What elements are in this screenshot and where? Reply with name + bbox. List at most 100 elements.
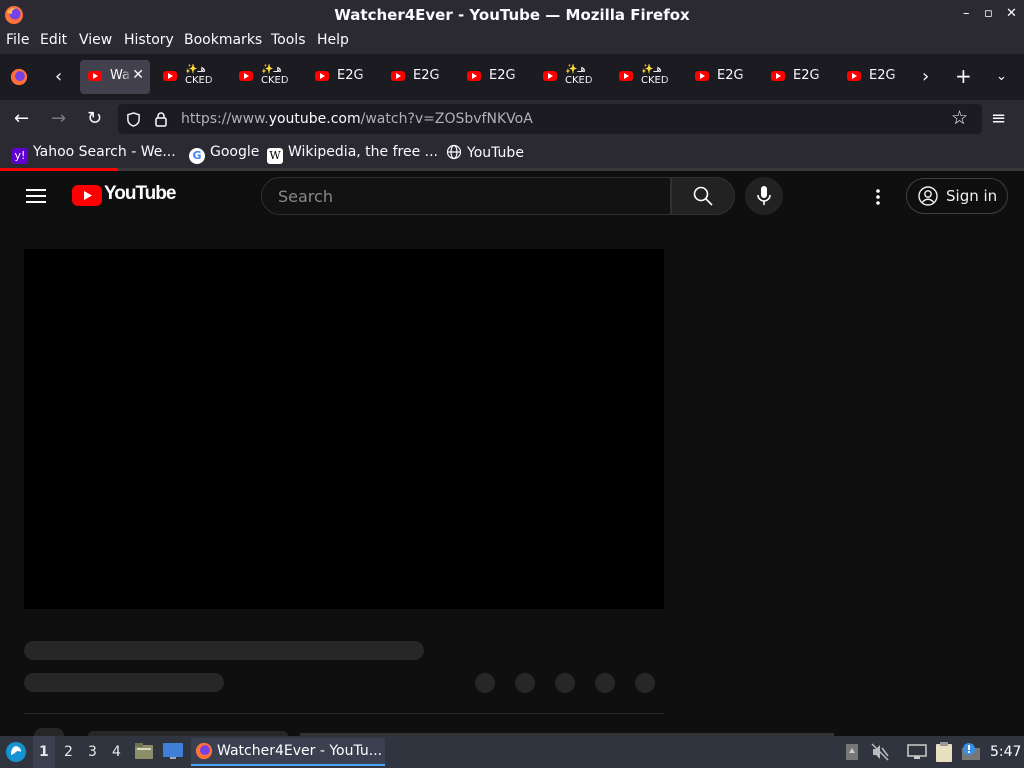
menu-tools[interactable]: Tools [271,32,306,48]
tab[interactable]: ✨هـ CKED [535,60,605,94]
bookmark-star-icon[interactable]: ☆ [951,107,968,129]
bookmark-youtube[interactable]: YouTube [446,144,524,161]
tab-scroll-right-icon[interactable]: › [922,66,929,87]
bookmark-yahoo[interactable]: y! Yahoo Search - We... [12,144,176,164]
menu-edit[interactable]: Edit [40,32,67,48]
tab[interactable]: ✨هـ CKED [611,60,681,94]
workspace-4[interactable]: 4 [112,744,121,760]
wikipedia-icon: W [267,148,283,164]
youtube-favicon-icon [163,71,177,81]
youtube-logo-text: YouTube [104,183,176,204]
tab[interactable]: E2G [459,60,529,94]
youtube-favicon-icon [391,71,405,81]
search-placeholder: Search [278,187,333,206]
account-icon [918,186,938,206]
firefox-icon [195,742,213,760]
menu-bookmarks[interactable]: Bookmarks [184,32,262,48]
tab-close-icon[interactable]: ✕ [132,67,144,83]
tab[interactable]: ✨هـ CKED [155,60,225,94]
bookmark-google[interactable]: G Google [189,144,259,164]
window-titlebar: Watcher4Ever - YouTube — Mozilla Firefox… [0,0,1024,30]
globe-icon [446,144,462,160]
clipboard-icon[interactable] [934,741,954,763]
tab-label: ✨هـ CKED [565,64,593,86]
menu-history[interactable]: History [124,32,174,48]
tab[interactable]: E2G [763,60,833,94]
action-skeleton [515,673,535,693]
voice-search-button[interactable] [745,177,783,215]
file-manager-icon[interactable] [134,742,154,760]
tab[interactable]: E2G [383,60,453,94]
guide-menu-icon[interactable] [26,188,46,204]
video-player[interactable] [24,249,664,609]
new-tab-icon[interactable]: + [955,64,972,88]
tab-label: ✨هـ CKED [185,64,213,86]
network-icon[interactable] [907,744,927,760]
desktop-icon[interactable] [162,742,184,760]
youtube-logo-icon [72,185,102,206]
action-skeleton [475,673,495,693]
workspace-3[interactable]: 3 [88,744,97,760]
tab[interactable]: ✨هـ CKED [231,60,301,94]
divider [24,713,664,714]
workspace-2[interactable]: 2 [64,744,73,760]
taskbar-firefox-window[interactable]: Watcher4Ever - YouTu... [191,738,385,766]
maximize-button[interactable]: ▫ [984,6,993,21]
channel-skeleton [24,673,224,692]
sign-in-button[interactable]: Sign in [906,178,1008,214]
youtube-favicon-icon [847,71,861,81]
bookmark-wikipedia[interactable]: W Wikipedia, the free ... [267,144,438,164]
action-skeleton [635,673,655,693]
sign-in-label: Sign in [946,187,998,205]
close-window-button[interactable]: ✕ [1006,6,1017,21]
action-skeleton [595,673,615,693]
tab-label: ✨هـ CKED [261,64,289,86]
back-arrow-icon[interactable]: ← [14,108,29,129]
tab-scroll-left-icon[interactable]: ‹ [55,66,62,87]
menu-help[interactable]: Help [317,32,349,48]
youtube-favicon-icon [315,71,329,81]
url-bar[interactable]: https://www.youtube.com/watch?v=ZOSbvfNK… [118,104,982,134]
youtube-favicon-icon [467,71,481,81]
search-button[interactable] [671,177,735,215]
shield-icon[interactable] [126,112,141,127]
tab-label: E2G [413,68,440,83]
volume-muted-icon[interactable] [871,743,889,761]
update-notifier-icon[interactable] [961,742,981,762]
tab-label: Wa [110,68,130,83]
bookmarks-toolbar: y! Yahoo Search - We... G Google W Wikipedi… [0,138,1024,168]
google-icon: G [189,148,205,164]
title-skeleton [24,641,424,660]
menu-bar: File Edit View History Bookmarks Tools H… [0,30,1024,54]
search-icon [693,186,713,206]
menu-file[interactable]: File [6,32,29,48]
forward-arrow-icon[interactable]: → [51,108,66,129]
taskbar-window-label: Watcher4Ever - YouTu... [217,743,383,759]
workspace-1[interactable]: 1 [39,744,49,760]
youtube-favicon-icon [695,71,709,81]
youtube-header: YouTube Search Sign in [0,171,1024,225]
taskbar: 1 2 3 4 Watcher4Ever - YouTu... 5:47 [0,736,1024,768]
url-text[interactable]: https://www.youtube.com/watch?v=ZOSbvfNK… [181,111,533,127]
tab[interactable]: E2G [307,60,377,94]
youtube-favicon-icon [771,71,785,81]
list-all-tabs-icon[interactable]: ⌄ [996,69,1007,84]
more-options-icon[interactable] [874,188,882,206]
microphone-icon [757,186,771,205]
tab-label: E2G [337,68,364,83]
start-menu-icon[interactable] [5,741,27,763]
clock: 5:47 [990,744,1022,760]
tab[interactable]: E2G [687,60,757,94]
tab[interactable]: E2G [839,60,909,94]
minimize-button[interactable]: – [963,6,970,21]
reload-icon[interactable]: ↻ [87,108,102,129]
search-input[interactable]: Search [261,177,671,215]
firefox-view-icon[interactable] [10,68,28,86]
tab-strip: ‹ Wa ✕ ✨هـ CKED ✨هـ CKED E2G E2G E2G ✨هـ CK… [0,54,1024,100]
lock-icon[interactable] [154,111,168,127]
action-skeleton [555,673,575,693]
menu-view[interactable]: View [79,32,112,48]
storage-icon[interactable] [845,743,859,761]
hamburger-menu-icon[interactable]: ≡ [991,108,1006,129]
tab-active[interactable]: Wa ✕ [80,60,150,94]
